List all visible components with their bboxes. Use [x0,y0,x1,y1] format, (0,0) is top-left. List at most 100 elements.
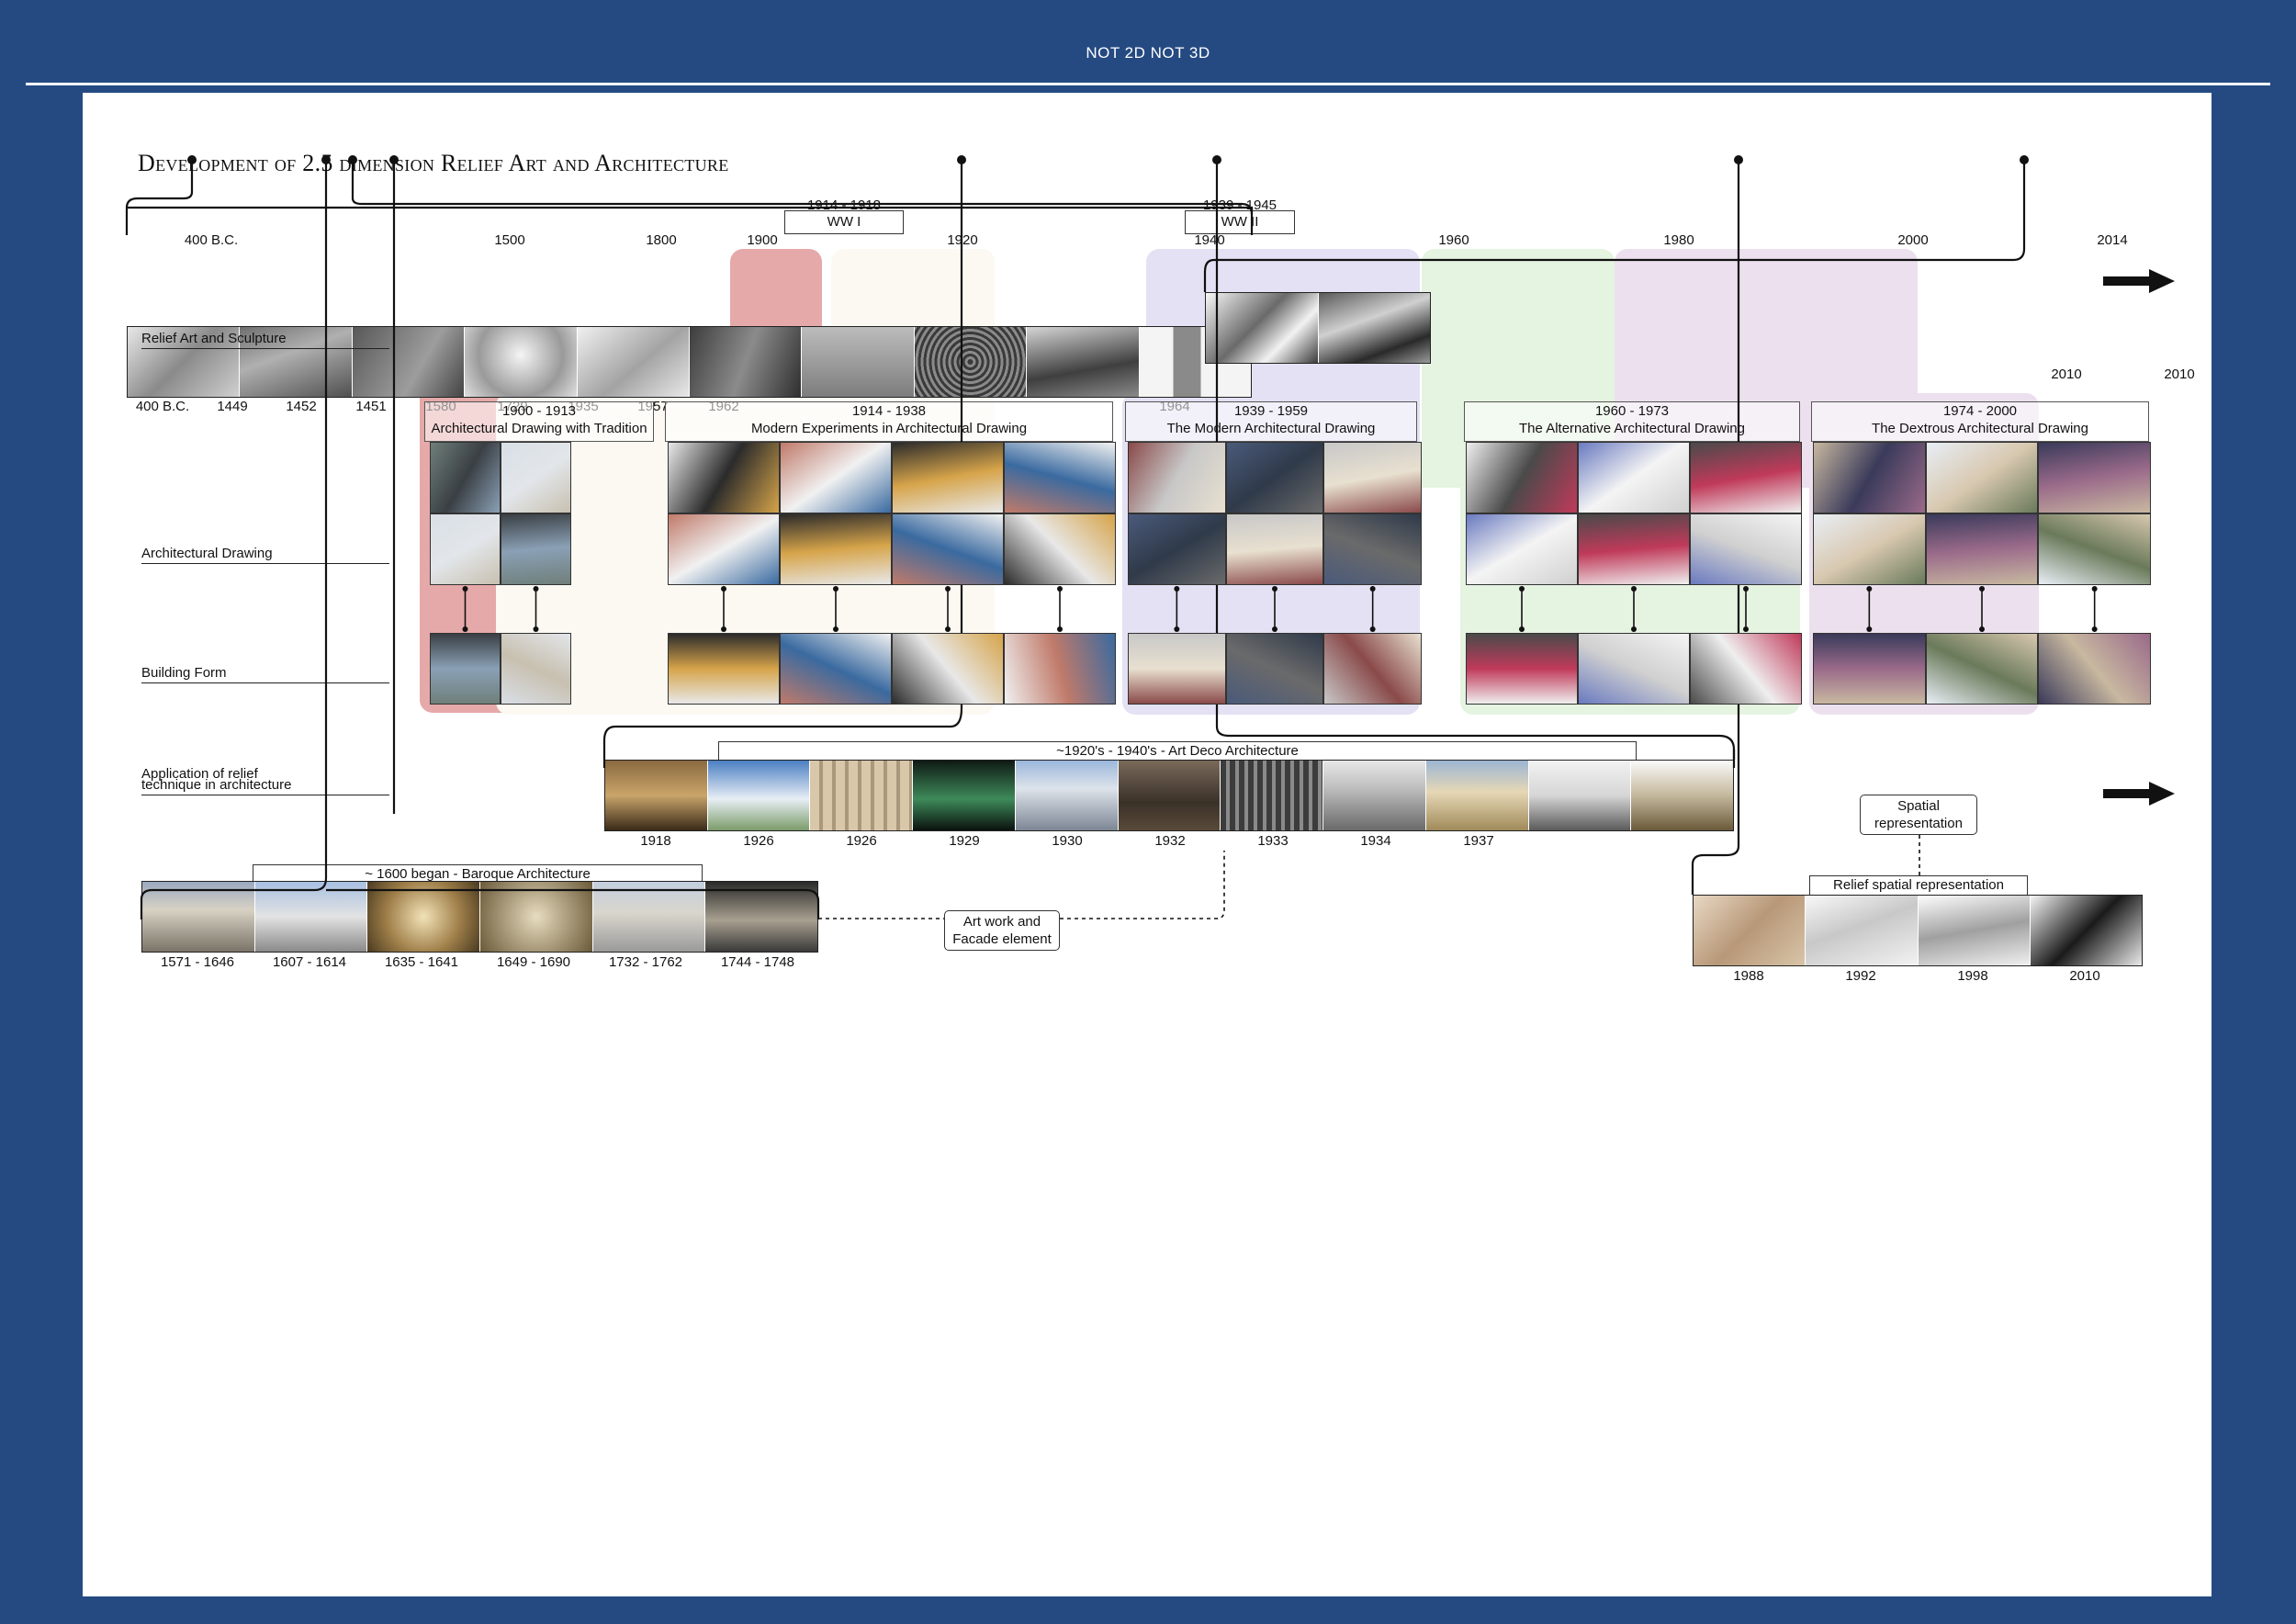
connector-line [125,162,194,235]
connector-dot [1631,586,1637,592]
architectural-drawing-image [1690,513,1802,585]
connector-dot [1979,626,1985,632]
connector-dot [2091,586,2098,592]
connector-dot [462,626,468,632]
connector-dot [1743,626,1749,632]
timeline-continue-arrow [2103,269,2175,293]
connector-dot [1519,626,1525,632]
drawing-building-connector [1174,586,1376,632]
timeline-dot [348,155,357,164]
drawing-building-connector [1519,586,1749,632]
connector-dot [1174,626,1180,632]
architectural-drawing-image [2038,442,2151,513]
connector-dot [721,626,726,632]
building-form-image [1128,633,1226,705]
connector-dot [833,586,838,592]
timeline-dot [187,155,197,164]
architectural-drawing-image [430,513,501,585]
timeline-dot [1212,155,1221,164]
drawing-building-connector [721,586,1063,632]
architectural-drawing-image [1925,442,2039,513]
architectural-drawing-image [892,513,1004,585]
connector-line [127,206,1254,235]
timeline-dot [321,155,331,164]
architectural-drawing-image [1225,442,1324,513]
architectural-drawing-image [668,513,780,585]
header-rule [26,83,2270,85]
building-form-image [2038,633,2151,705]
connector-line [351,161,1254,215]
timeline-dot [1734,155,1743,164]
timeline-continue-arrow [2103,782,2175,806]
architectural-drawing-image [1690,442,1802,513]
connector-dot [1631,626,1637,632]
poster-header-title: NOT 2D NOT 3D [1086,44,1210,62]
building-form-image [501,633,571,705]
connector-dot [1866,626,1873,632]
connector-dot [1979,586,1985,592]
architectural-drawing-image [501,442,571,513]
arrow-icon [2103,782,2175,806]
connector-dot [1272,626,1277,632]
drawing-building-connector [1866,586,2098,632]
connector-dot [533,626,539,632]
connector-line [326,888,820,919]
connector-dot [1519,586,1525,592]
connector-dot [533,586,539,592]
connector-dot [1369,626,1376,632]
connector-dot [1174,586,1180,592]
connector-dot [833,626,838,632]
architectural-drawing-image [2038,513,2151,585]
building-form-image [430,633,501,705]
connector-dot [2091,626,2098,632]
building-form-image [1578,633,1690,705]
dashed-connector [1060,851,1225,919]
building-form-image [668,633,780,705]
connector-line [140,877,328,919]
connector-dot [1057,586,1063,592]
building-form-image [1466,633,1578,705]
building-form-image [1323,633,1422,705]
connector-dot [1272,586,1277,592]
architectural-drawing-image [1813,442,1926,513]
architectural-drawing-image [430,442,501,513]
timeline-dot [957,155,966,164]
architectural-drawing-image [1323,442,1422,513]
architectural-drawing-image [1128,442,1226,513]
architectural-drawing-image [780,513,892,585]
drawing-building-connector [462,586,539,632]
architectural-drawing-image [1925,513,2039,585]
connector-line [1203,162,2026,292]
architectural-drawing-image [1004,442,1116,513]
diagram-panel: Development of 2.5 dimension Relief Art … [83,93,2212,1596]
architectural-drawing-image [892,442,1004,513]
connector-dot [1057,626,1063,632]
architectural-drawing-image [1323,513,1422,585]
architectural-drawing-image [501,513,571,585]
architectural-drawing-image [1225,513,1324,585]
connector-dot [1369,586,1376,592]
connector-dot [945,626,951,632]
connector-dot [1743,586,1749,592]
architectural-drawing-image [1466,513,1578,585]
building-form-image [1690,633,1802,705]
building-form-image [780,633,892,705]
architectural-drawing-image [1578,513,1690,585]
architectural-drawing-image [780,442,892,513]
connector-dot [721,586,726,592]
building-form-image [1813,633,1926,705]
building-form-image [1225,633,1324,705]
timeline-dot [2020,155,2029,164]
connector-dot [462,586,468,592]
architectural-drawing-image [1128,513,1226,585]
building-form-image [1004,633,1116,705]
architectural-drawing-image [1004,513,1116,585]
architectural-drawing-image [1466,442,1578,513]
architectural-drawing-image [1813,513,1926,585]
building-form-image [1925,633,2039,705]
architectural-drawing-image [668,442,780,513]
building-form-image [892,633,1004,705]
connector-dot [1866,586,1873,592]
architectural-drawing-image [1578,442,1690,513]
arrow-icon [2103,269,2175,293]
